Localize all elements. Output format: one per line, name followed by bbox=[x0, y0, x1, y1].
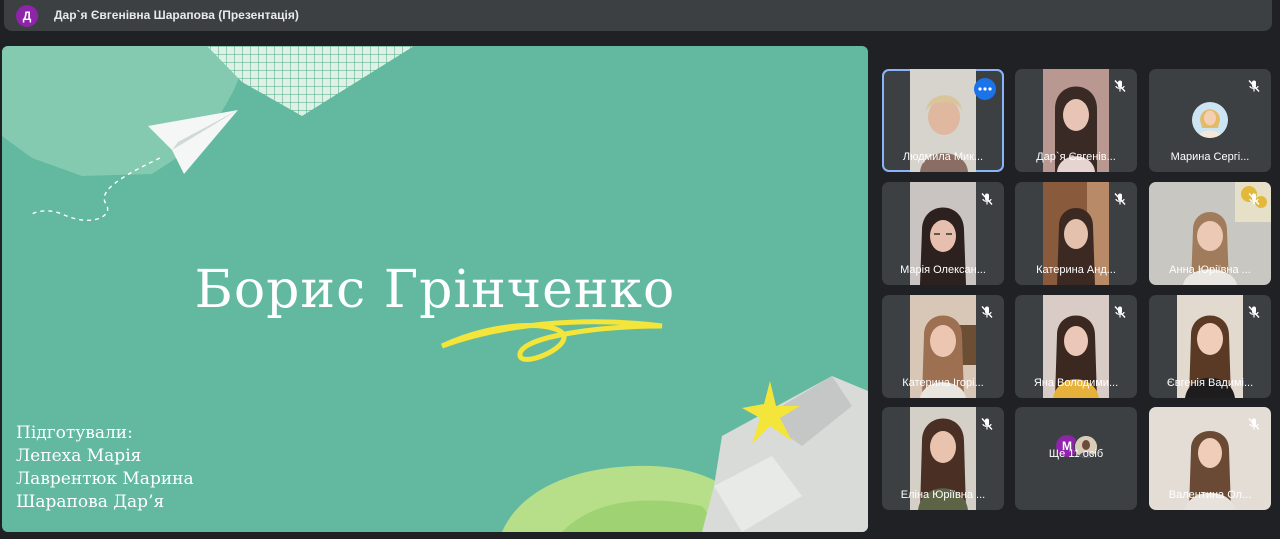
mic-off-icon bbox=[1245, 415, 1263, 433]
presentation-slide: Борис Грінченко Підготували: Лепеха Марі… bbox=[2, 46, 868, 532]
mic-off-icon bbox=[978, 190, 996, 208]
slide-title: Борис Грінченко bbox=[194, 260, 676, 320]
more-participants-tile[interactable]: M Ще 11 осіб bbox=[1015, 407, 1137, 510]
participant-name: Євгенія Вадимі... bbox=[1166, 377, 1254, 389]
mic-off-icon bbox=[1111, 303, 1129, 321]
presentation-title: Дар`я Євгенівна Шарапова (Презентація) bbox=[54, 8, 299, 22]
participant-name: Дар`я Євгенів... bbox=[1036, 151, 1116, 163]
more-dots-icon bbox=[978, 87, 992, 91]
mic-off-icon bbox=[1245, 77, 1263, 95]
mic-off-icon bbox=[978, 303, 996, 321]
participant-tile[interactable]: Людмила Мик... bbox=[882, 69, 1004, 172]
participant-name: Катерина Анд... bbox=[1036, 264, 1116, 276]
credits-line: Шарапова Дар’я bbox=[16, 492, 165, 512]
participant-name: Яна Володими... bbox=[1033, 377, 1119, 389]
participant-tile[interactable]: Еліна Юріївна ... bbox=[882, 407, 1004, 510]
participant-name: Марина Сергі... bbox=[1170, 151, 1250, 163]
more-options-button[interactable] bbox=[974, 78, 996, 100]
participant-tile[interactable]: Дар`я Євгенів... bbox=[1015, 69, 1137, 172]
slide-credits: Підготували: Лепеха Марія Лаврентюк Мари… bbox=[16, 422, 194, 514]
credits-line: Лаврентюк Марина bbox=[16, 469, 194, 489]
participant-tile[interactable]: Катерина Анд... bbox=[1015, 182, 1137, 285]
credits-line: Підготували: bbox=[16, 423, 133, 443]
participant-tile[interactable]: Євгенія Вадимі... bbox=[1149, 295, 1271, 398]
participant-tile[interactable]: Марія Олексан... bbox=[882, 182, 1004, 285]
credits-line: Лепеха Марія bbox=[16, 446, 142, 466]
participant-name: Еліна Юріївна ... bbox=[900, 489, 986, 501]
participant-tile[interactable]: Марина Сергі... bbox=[1149, 69, 1271, 172]
participant-tile[interactable]: Катерина Ігорі... bbox=[882, 295, 1004, 398]
participant-name: Анна Юріївна ... bbox=[1169, 264, 1251, 276]
mic-off-icon bbox=[1245, 190, 1263, 208]
participant-name: Марія Олексан... bbox=[900, 264, 986, 276]
presenter-avatar: Д bbox=[16, 5, 38, 27]
participant-tile[interactable]: Анна Юріївна ... bbox=[1149, 182, 1271, 285]
participant-name: Валентина Ол... bbox=[1168, 489, 1252, 501]
meeting-title-bar: Д Дар`я Євгенівна Шарапова (Презентація) bbox=[4, 0, 1272, 31]
mic-off-icon bbox=[1111, 190, 1129, 208]
participant-avatar bbox=[1192, 102, 1228, 138]
more-participants-label: Ще 11 осіб bbox=[1048, 448, 1104, 460]
participant-tile[interactable]: Валентина Ол... bbox=[1149, 407, 1271, 510]
participant-tile[interactable]: Яна Володими... bbox=[1015, 295, 1137, 398]
participant-name: Людмила Мик... bbox=[902, 151, 984, 163]
mic-off-icon bbox=[978, 415, 996, 433]
participant-name: Катерина Ігорі... bbox=[902, 377, 984, 389]
mic-off-icon bbox=[1245, 303, 1263, 321]
mic-off-icon bbox=[1111, 77, 1129, 95]
